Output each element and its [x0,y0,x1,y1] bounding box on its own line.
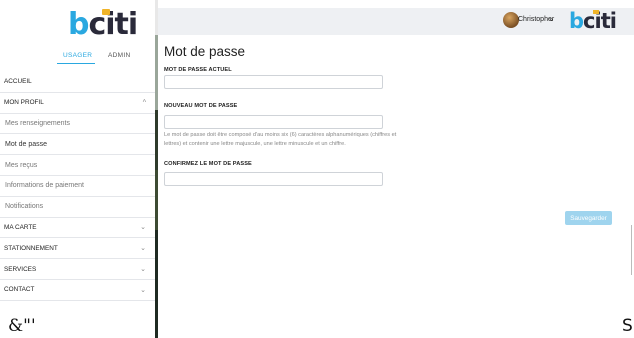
sidebar-item-label: ACCUEIL [4,78,32,86]
current-password-label: MOT DE PASSE ACTUEL [164,67,232,73]
sidebar-item-mon-profil[interactable]: MON PROFIL ^ [0,93,155,114]
chevron-down-icon: ⌄ [140,245,146,253]
current-password-field[interactable] [164,75,383,89]
password-form-panel: Mot de passe MOT DE PASSE ACTUEL NOUVEAU… [158,35,620,338]
stray-text-right: S [622,316,633,336]
sidebar-item-notifications[interactable]: Notifications [0,197,155,218]
active-tab-indicator [57,63,95,64]
sidebar-item-contact[interactable]: CONTACT ⌄ [0,280,155,301]
sidebar-item-label: Informations de paiement [5,182,84,190]
sidebar-item-ma-carte[interactable]: MA CARTE ⌄ [0,218,155,239]
logo-rest: citi [88,7,138,42]
new-password-field[interactable] [164,115,383,129]
sidebar-item-label: Mes renseignements [5,119,70,127]
sidebar-menu: ACCUEIL MON PROFIL ^ Mes renseignements … [0,72,155,301]
sidebar: bciti USAGER ADMIN ACCUEIL MON PROFIL ^ … [0,0,155,338]
top-bar: Christopher ⌄ bciti [158,8,634,35]
logo-accent-icon [102,9,110,15]
sidebar-item-label: CONTACT [4,286,35,294]
page-title: Mot de passe [164,44,246,59]
new-password-label: NOUVEAU MOT DE PASSE [164,103,238,109]
logo-letter: b [68,7,90,42]
confirm-password-field[interactable] [164,172,383,186]
sidebar-item-services[interactable]: SERVICES ⌄ [0,259,155,280]
divider [631,225,632,275]
logo-letter: b [569,9,584,33]
chevron-down-icon[interactable]: ⌄ [548,14,555,23]
tab-admin[interactable]: ADMIN [108,52,130,59]
chevron-up-icon: ^ [142,99,146,107]
sidebar-item-informations-paiement[interactable]: Informations de paiement [0,176,155,197]
sidebar-item-label: Mot de passe [5,140,48,148]
sidebar-item-label: MON PROFIL [4,99,44,107]
sidebar-item-label: Mes reçus [5,161,38,169]
sidebar-item-label: MA CARTE [4,223,37,231]
password-requirements-text: Le mot de passe doit être composé d'au m… [164,132,397,147]
sidebar-item-label: SERVICES [4,265,37,273]
chevron-down-icon: ⌄ [140,286,146,294]
user-avatar[interactable] [503,12,519,28]
confirm-password-label: CONFIRMEZ LE MOT DE PASSE [164,161,252,167]
tab-usager[interactable]: USAGER [63,52,92,59]
logo-rest: citi [583,9,617,33]
role-tabs: USAGER ADMIN [0,52,155,66]
chevron-down-icon: ⌄ [140,224,146,232]
logo-accent-icon [593,10,599,14]
sidebar-item-label: Notifications [5,203,44,211]
stray-text: &"' [8,316,36,336]
sidebar-item-mes-renseignements[interactable]: Mes renseignements [0,114,155,135]
sidebar-item-stationnement[interactable]: STATIONNEMENT ⌄ [0,238,155,260]
sidebar-item-mes-recus[interactable]: Mes reçus [0,155,155,176]
chevron-down-icon: ⌄ [140,266,146,274]
sidebar-item-label: STATIONNEMENT [4,244,58,252]
sidebar-item-mot-de-passe[interactable]: Mot de passe [0,134,155,156]
sidebar-item-accueil[interactable]: ACCUEIL [0,72,155,93]
right-edge-panel [620,35,634,338]
save-button[interactable]: Sauvegarder [565,211,612,225]
